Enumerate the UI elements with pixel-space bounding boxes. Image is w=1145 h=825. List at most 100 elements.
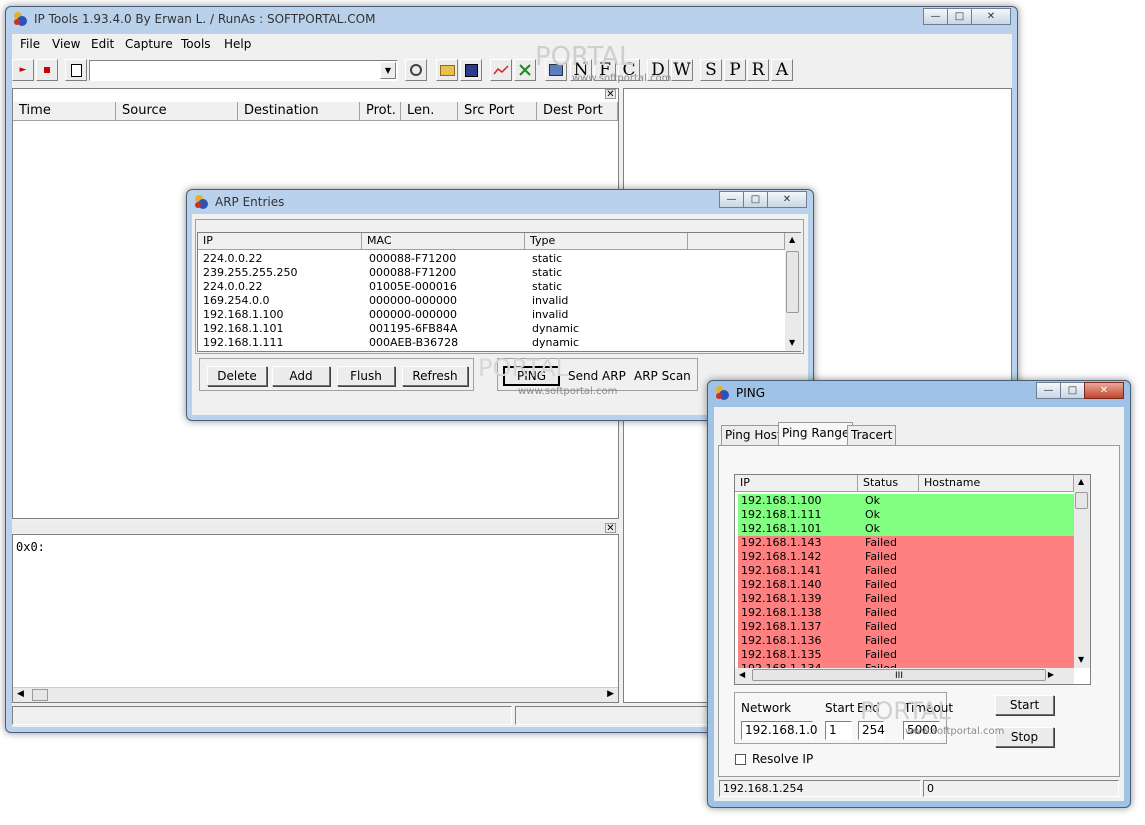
arp-row[interactable]: 192.168.1.111 000AEB-B36728 dynamic (198, 336, 785, 350)
menu-file[interactable]: File (20, 37, 40, 51)
ping-row[interactable]: 192.168.1.137 Failed (738, 620, 1074, 634)
resolve-ip-checkbox[interactable] (735, 754, 746, 765)
ping-scroll-up-icon[interactable]: ▲ (1078, 477, 1084, 486)
ping-row[interactable]: 192.168.1.142 Failed (738, 550, 1074, 564)
tool-f-button[interactable]: F (594, 59, 616, 81)
menu-capture[interactable]: Capture (125, 37, 173, 51)
interface-combobox[interactable]: ▼ (89, 60, 398, 81)
arp-close-button[interactable]: ✕ (767, 191, 807, 208)
ping-maximize-button[interactable]: □ (1060, 382, 1085, 399)
arp-delete-button[interactable]: Delete (207, 366, 267, 386)
ping-row[interactable]: 192.168.1.140 Failed (738, 578, 1074, 592)
arp-minimize-button[interactable]: — (719, 191, 744, 208)
menu-view[interactable]: View (52, 37, 80, 51)
col-dest-port[interactable]: Dest Port (537, 102, 618, 121)
col-protocol[interactable]: Prot. (360, 102, 401, 121)
ping-col-hostname[interactable]: Hostname (919, 475, 1074, 492)
new-button[interactable] (65, 59, 87, 81)
tab-tracert[interactable]: Tracert (847, 425, 897, 445)
combobox-dropdown-button[interactable]: ▼ (380, 62, 396, 79)
col-source[interactable]: Source (116, 102, 238, 121)
tab-ping-host[interactable]: Ping Host (721, 425, 786, 445)
arp-row[interactable]: 169.254.0.0 000000-000000 invalid (198, 294, 785, 308)
col-src-port[interactable]: Src Port (458, 102, 537, 121)
splitter-close-icon[interactable]: ✕ (605, 523, 616, 534)
arp-col-mac[interactable]: MAC (362, 233, 525, 250)
ping-row[interactable]: 192.168.1.143 Failed (738, 536, 1074, 550)
col-time[interactable]: Time (13, 102, 116, 121)
arp-col-extra[interactable] (688, 233, 785, 250)
tool-a-button[interactable]: A (771, 59, 793, 81)
menu-tools[interactable]: Tools (181, 37, 211, 51)
search-button[interactable] (405, 59, 427, 81)
arp-maximize-button[interactable]: □ (743, 191, 768, 208)
arp-scroll-thumb[interactable] (786, 251, 799, 313)
hscroll-thumb[interactable] (32, 689, 48, 701)
tool-p-button[interactable]: P (724, 59, 746, 81)
arp-send-arp-button[interactable]: Send ARP (568, 369, 626, 383)
save-button[interactable] (460, 59, 482, 81)
ping-row[interactable]: 192.168.1.101 Ok (738, 522, 1074, 536)
col-destination[interactable]: Destination (238, 102, 360, 121)
end-input[interactable]: 254 (858, 721, 885, 740)
arp-col-type[interactable]: Type (525, 233, 688, 250)
scroll-left-icon[interactable]: ◀ (17, 689, 24, 699)
arp-flush-button[interactable]: Flush (337, 366, 395, 386)
arp-add-button[interactable]: Add (272, 366, 330, 386)
tool-c-button[interactable]: C (618, 59, 640, 81)
arp-row[interactable]: 239.255.255.250 000088-F71200 static (198, 266, 785, 280)
timeout-input[interactable]: 5000 (903, 721, 940, 740)
minimize-button[interactable]: — (923, 8, 948, 25)
arp-ping-button[interactable]: PING (503, 366, 560, 386)
ping-scroll-down-icon[interactable]: ▼ (1078, 655, 1084, 664)
scroll-right-icon[interactable]: ▶ (607, 689, 614, 699)
hex-hscrollbar[interactable]: ◀ ▶ (13, 687, 618, 702)
menu-edit[interactable]: Edit (91, 37, 114, 51)
arp-scan-button[interactable]: ARP Scan (634, 369, 691, 383)
arp-scroll-down-icon[interactable]: ▼ (789, 338, 795, 347)
ping-scroll-thumb[interactable] (1075, 492, 1088, 509)
maximize-button[interactable]: □ (947, 8, 972, 25)
ping-stop-button[interactable]: Stop (995, 727, 1054, 747)
horizontal-splitter[interactable] (12, 521, 619, 533)
ping-close-button[interactable]: ✕ (1084, 382, 1124, 399)
scan-button[interactable] (545, 59, 567, 81)
tool-w-button[interactable]: W (671, 59, 693, 81)
tool-s-button[interactable]: S (700, 59, 722, 81)
ping-scroll-right-icon[interactable]: ▶ (1048, 670, 1054, 679)
ping-row[interactable]: 192.168.1.141 Failed (738, 564, 1074, 578)
ping-minimize-button[interactable]: — (1036, 382, 1061, 399)
graph-button[interactable] (490, 59, 512, 81)
arp-row[interactable]: 224.0.0.22 000088-F71200 static (198, 252, 785, 266)
tool-d-button[interactable]: D (647, 59, 669, 81)
arp-row[interactable]: 224.0.0.22 01005E-000016 static (198, 280, 785, 294)
menu-help[interactable]: Help (224, 37, 251, 51)
ping-col-status[interactable]: Status (858, 475, 919, 492)
ping-col-ip[interactable]: IP (735, 475, 858, 492)
tab-ping-range[interactable]: Ping Range (778, 422, 854, 446)
ping-hscrollbar[interactable]: ◀ III ▶ (735, 668, 1074, 684)
ping-row[interactable]: 192.168.1.111 Ok (738, 508, 1074, 522)
pane-close-icon[interactable]: ✕ (605, 89, 616, 100)
tool-r-button[interactable]: R (747, 59, 769, 81)
arp-refresh-button[interactable]: Refresh (402, 366, 468, 386)
network-button[interactable] (514, 59, 536, 81)
open-button[interactable] (436, 59, 458, 81)
arp-scroll-up-icon[interactable]: ▲ (789, 235, 795, 244)
stop-capture-button[interactable] (36, 59, 58, 81)
col-length[interactable]: Len. (401, 102, 458, 121)
arp-row[interactable]: 192.168.1.101 001195-6FB84A dynamic (198, 322, 785, 336)
ping-vscrollbar[interactable]: ▲ ▼ (1074, 475, 1090, 668)
ping-row[interactable]: 192.168.1.138 Failed (738, 606, 1074, 620)
network-input[interactable]: 192.168.1.0 (741, 721, 818, 740)
ping-scroll-left-icon[interactable]: ◀ (739, 670, 745, 679)
ping-row[interactable]: 192.168.1.100 Ok (738, 494, 1074, 508)
ping-row[interactable]: 192.168.1.139 Failed (738, 592, 1074, 606)
ping-start-button[interactable]: Start (995, 695, 1054, 715)
ping-hscroll-thumb[interactable]: III (752, 669, 1046, 681)
start-input[interactable]: 1 (825, 721, 852, 740)
arp-vscrollbar[interactable]: ▲ ▼ (785, 233, 801, 351)
play-button[interactable]: ► (12, 59, 34, 81)
arp-row[interactable]: 192.168.1.100 000000-000000 invalid (198, 308, 785, 322)
arp-col-ip[interactable]: IP (198, 233, 362, 250)
